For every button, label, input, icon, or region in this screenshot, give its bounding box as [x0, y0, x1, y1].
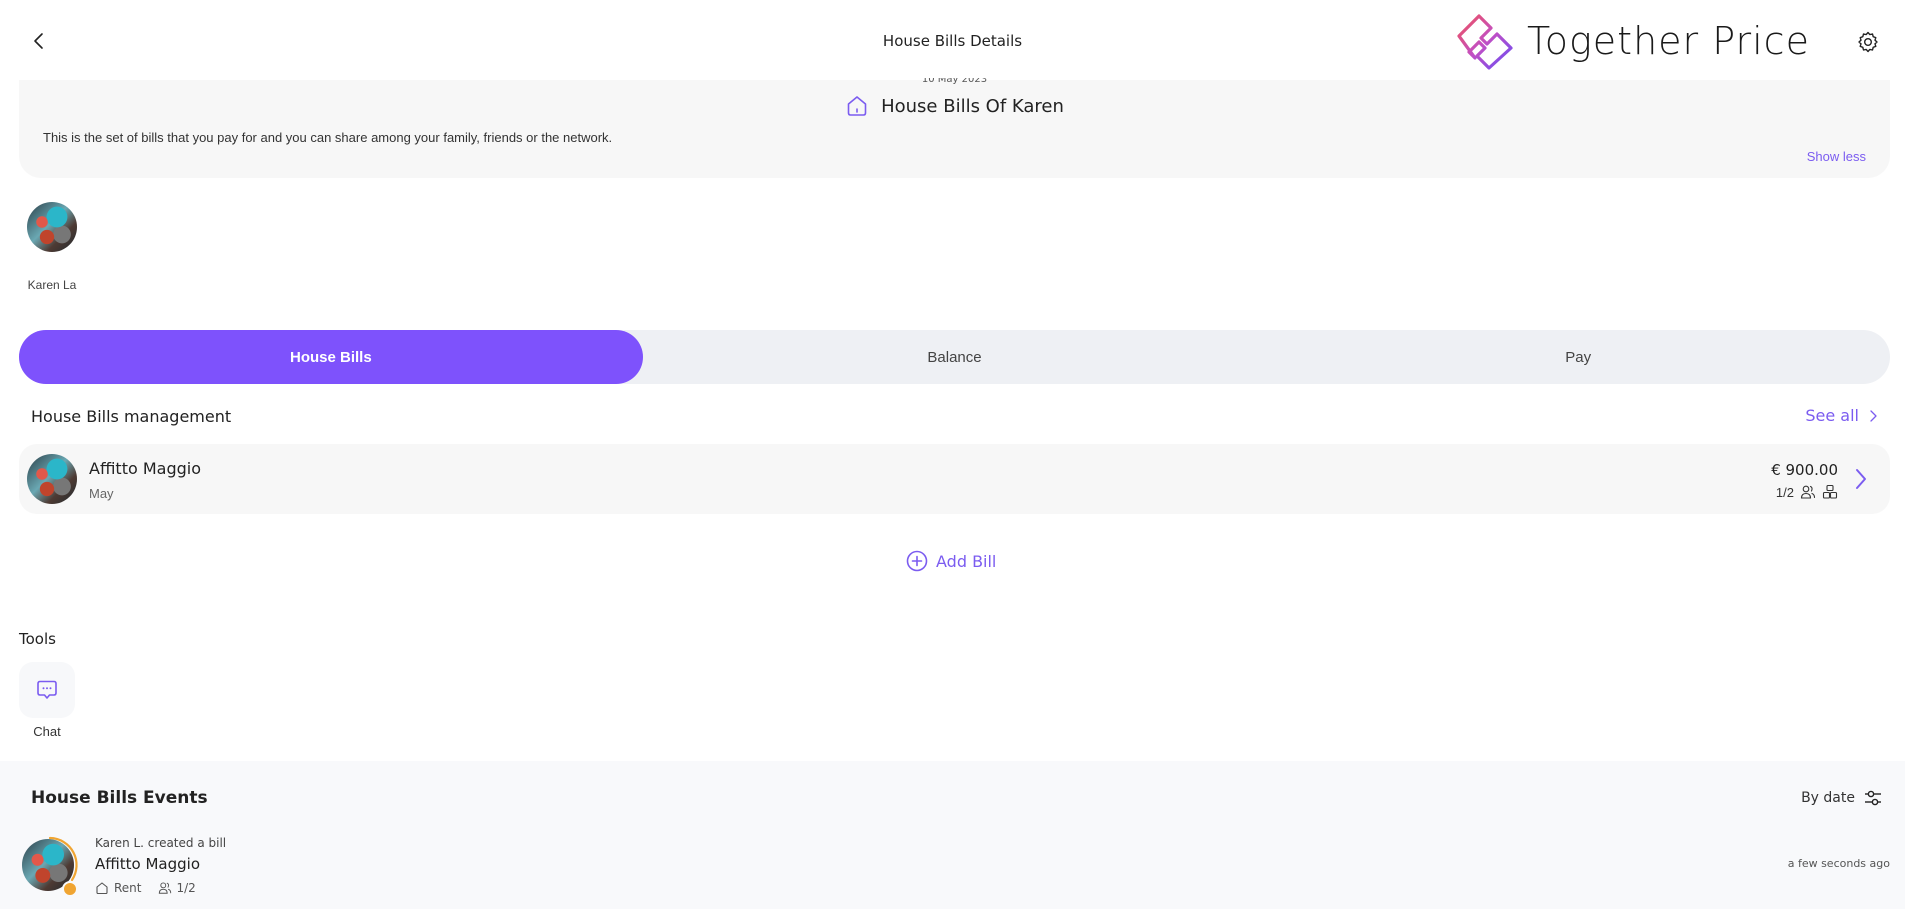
info-card: 10 May 2023 House Bills Of Karen This is… [19, 78, 1890, 178]
bill-avatar [27, 454, 77, 504]
event-category-label: Rent [114, 881, 142, 895]
event-participants-label: 1/2 [176, 881, 196, 895]
member-item[interactable]: Karen La [24, 202, 80, 292]
filter-sliders-icon [1865, 790, 1881, 806]
see-all-link[interactable]: See all [1805, 406, 1877, 425]
bill-amount: € 900.00 [1771, 461, 1838, 479]
chevron-right-icon[interactable] [1854, 467, 1868, 491]
tab-pay[interactable]: Pay [1266, 330, 1890, 384]
management-title: House Bills management [31, 407, 232, 426]
brand-logo: Together Price [1455, 12, 1810, 70]
house-icon [847, 96, 867, 116]
sort-label: By date [1801, 790, 1855, 806]
tool-chat[interactable]: Chat [19, 662, 75, 739]
event-badge-icon [62, 881, 78, 897]
tab-house-bills[interactable]: House Bills [19, 330, 643, 384]
event-participants: 1/2 [158, 881, 196, 895]
created-date: 10 May 2023 [921, 78, 988, 85]
bill-meta: 1/2 [1776, 484, 1838, 500]
event-category: Rent [95, 881, 142, 895]
events-title: House Bills Events [31, 788, 208, 808]
plus-circle-icon [906, 550, 928, 572]
event-avatar [22, 836, 78, 897]
group-title: House Bills Of Karen [881, 95, 1064, 117]
gear-icon[interactable] [1856, 30, 1880, 54]
event-actor-text: Karen L. created a bill [95, 836, 227, 850]
tab-balance[interactable]: Balance [643, 330, 1267, 384]
bill-participants: 1/2 [1775, 484, 1794, 500]
event-title: Affitto Maggio [95, 855, 200, 873]
tab-bar: House Bills Balance Pay [19, 330, 1890, 384]
group-heading: House Bills Of Karen [19, 94, 1890, 118]
sort-by-date-button[interactable]: By date [1801, 788, 1883, 808]
tools-title: Tools [19, 630, 56, 648]
users-icon [1800, 485, 1816, 499]
bill-name: Affitto Maggio [89, 459, 201, 478]
bill-row[interactable]: Affitto Maggio May € 900.00 1/2 [19, 444, 1890, 514]
chevron-right-icon [1870, 409, 1877, 422]
member-name: Karen La [27, 278, 77, 292]
add-bill-label: Add Bill [936, 551, 997, 571]
event-item[interactable]: Karen L. created a bill Affitto Maggio R… [0, 831, 1905, 909]
bill-period: May [89, 486, 114, 501]
group-description: This is the set of bills that you pay fo… [43, 130, 613, 145]
together-price-logo-icon [1457, 14, 1513, 70]
events-section: House Bills Events By date Karen L. crea… [0, 761, 1905, 909]
show-less-link[interactable]: Show less [1807, 149, 1866, 164]
tool-chat-tile [19, 662, 75, 718]
house-icon [96, 882, 108, 895]
brand-name: Together Price [1527, 19, 1810, 63]
users-icon [158, 882, 171, 894]
see-all-label: See all [1805, 406, 1859, 425]
event-timestamp: a few seconds ago [1787, 857, 1890, 870]
top-bar: House Bills Details Together Price [0, 0, 1905, 80]
shapes-icon [1822, 484, 1838, 499]
chat-bubble-icon [37, 680, 57, 699]
member-avatar [27, 202, 77, 252]
event-meta: Rent 1/2 [95, 881, 206, 895]
tool-chat-label: Chat [33, 724, 61, 739]
add-bill-button[interactable]: Add Bill [906, 550, 996, 572]
